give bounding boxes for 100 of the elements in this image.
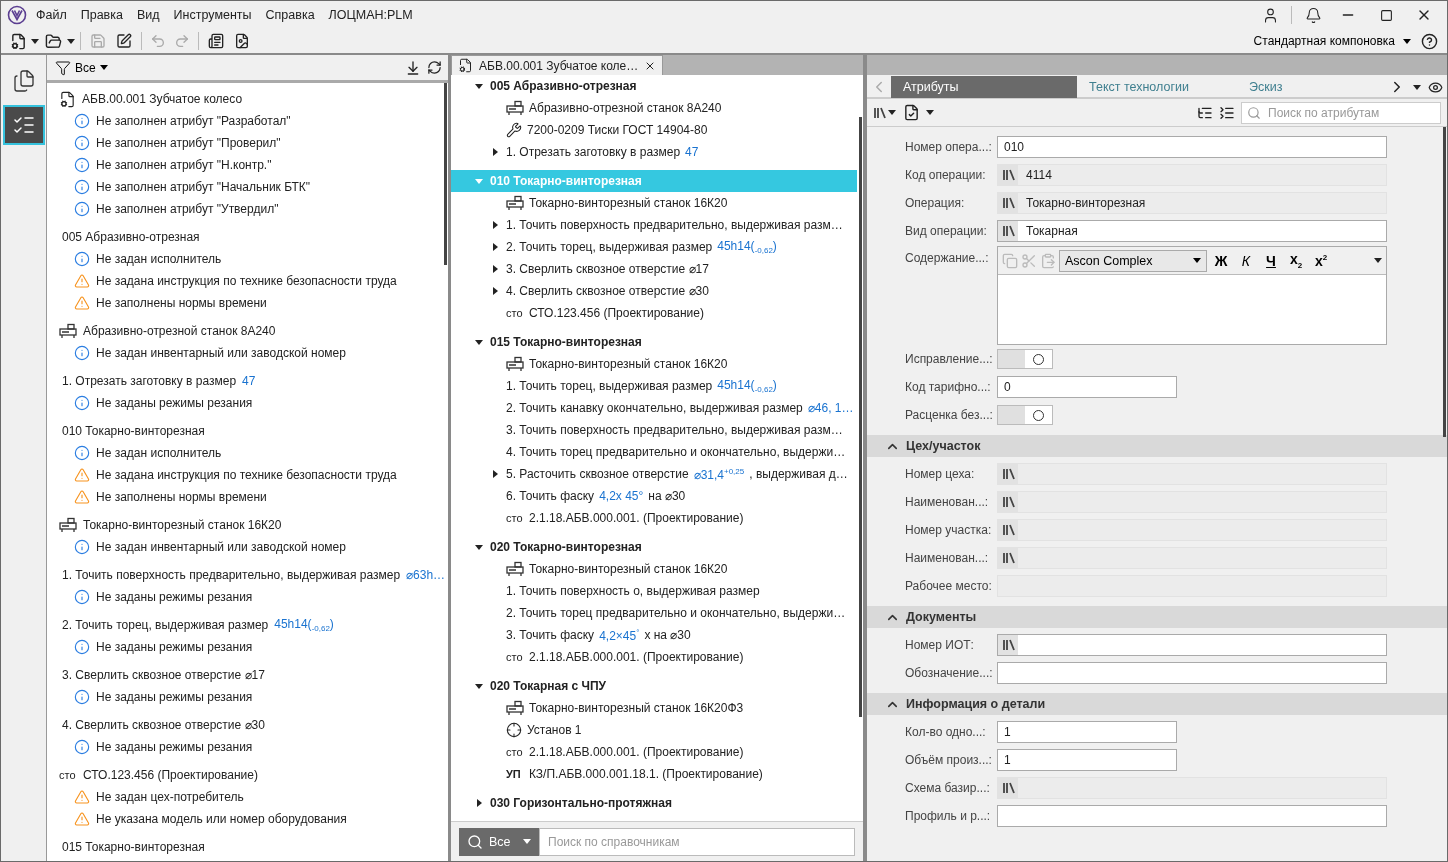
check-message-item[interactable]: Не задан инвентарный или заводской номер <box>47 536 442 558</box>
check-group-item[interactable]: 005 Абразивно-отрезная <box>47 226 442 248</box>
check-message-item[interactable]: Не заданы режимы резания <box>47 686 442 708</box>
check-message-item[interactable]: Не заполнен атрибут "Утвердил" <box>47 198 442 220</box>
expand-tree-icon[interactable] <box>1219 104 1235 121</box>
format-button[interactable]: x$^{2}$ <box>1310 249 1332 272</box>
check-message-item[interactable]: Не заполнен атрибут "Начальник БТК" <box>47 176 442 198</box>
edit-icon[interactable] <box>116 33 132 49</box>
menu-item[interactable]: Файл <box>31 8 72 22</box>
tree-item[interactable]: Токарно-винторезный станок 16К20Ф3 <box>451 697 857 719</box>
format-button[interactable]: К <box>1235 249 1257 272</box>
panel-tab[interactable]: Эскиз <box>1237 76 1387 98</box>
check-message-item[interactable]: Не заполнены нормы времени <box>47 292 442 314</box>
check-message-item[interactable]: Не заданы режимы резания <box>47 392 442 414</box>
check-message-item[interactable]: Не задана инструкция по технике безопасности труда <box>47 270 442 292</box>
tree-item[interactable]: 020 Токарно-винторезная <box>451 536 857 558</box>
caret-down-icon[interactable] <box>1374 258 1382 263</box>
section-header[interactable]: Информация о детали <box>867 693 1447 715</box>
menu-item[interactable]: Инструменты <box>168 8 257 22</box>
check-document-icon[interactable] <box>902 104 920 121</box>
section-header[interactable]: Цех/участок <box>867 435 1447 457</box>
check-message-item[interactable]: Не заполнен атрибут "Проверил" <box>47 132 442 154</box>
maximize-icon[interactable] <box>1379 8 1393 22</box>
text-field[interactable]: 010 <box>997 136 1387 158</box>
tree-item[interactable]: 3. Сверлить сквозное отверстие ⌀17 <box>451 258 857 280</box>
caret-down-icon[interactable] <box>926 110 934 115</box>
menu-item[interactable]: ЛОЦМАН:PLM <box>323 8 418 22</box>
tree-item[interactable]: 2. Точить торец, выдерживая размер 45h14($_{-0,62}$) <box>451 236 857 258</box>
check-message-item[interactable]: Не задана инструкция по технике безопасности труда <box>47 464 442 486</box>
check-group-item[interactable]: 015 Токарно-винторезная <box>47 836 442 858</box>
filter-dropdown[interactable]: Все <box>55 59 108 76</box>
tree-item[interactable]: 4. Сверлить сквозное отверстие ⌀30 <box>451 280 857 302</box>
tree-item[interactable]: 3. Точить фаску 4,2×45$^{°}$ x на ⌀30 <box>451 624 857 646</box>
help-icon[interactable] <box>1420 32 1438 50</box>
toggle-switch[interactable] <box>997 405 1053 425</box>
text-field[interactable]: 0 <box>997 376 1177 398</box>
document-icon[interactable] <box>9 32 27 50</box>
check-group-item[interactable]: сто СТО.123.456 (Проектирование) <box>47 764 442 786</box>
check-message-item[interactable]: Не задан исполнитель <box>47 248 442 270</box>
tree-item[interactable]: сто 2.1.18.АБВ.000.001. (Проектирование) <box>451 507 857 529</box>
tree-item[interactable]: сто 2.1.18.АБВ.000.001. (Проектирование) <box>451 646 857 668</box>
tree-item[interactable]: 3. Точить поверхность предварительно, выдерживая разм… <box>451 419 857 441</box>
caret-down-icon[interactable] <box>31 38 39 44</box>
format-button[interactable]: x$_{2}$ <box>1285 249 1307 272</box>
check-message-item[interactable]: Не заполнены нормы времени <box>47 486 442 508</box>
font-dropdown[interactable]: Ascon Complex <box>1059 249 1207 272</box>
tree-item[interactable]: 1. Точить торец, выдерживая размер 45h14($_{-0,62}$) <box>451 375 857 397</box>
notification-icon[interactable] <box>1304 6 1322 24</box>
sidebar-button[interactable] <box>2 105 45 145</box>
check-group-item[interactable]: 2. Точить торец, выдерживая размер 45h14($_{-0,62}$) <box>47 614 442 636</box>
menu-item[interactable]: Вид <box>131 8 165 22</box>
list-icon[interactable] <box>208 33 224 49</box>
tree-item[interactable]: 015 Токарно-винторезная <box>451 331 857 353</box>
search-field[interactable]: Поиск по атрибутам <box>1241 101 1441 124</box>
check-group-item[interactable]: Токарно-винторезный станок 16К20 <box>47 514 442 536</box>
check-message-item[interactable]: Не заданы режимы резания <box>47 636 442 658</box>
tree-item[interactable]: Токарно-винторезный станок 16К20 <box>451 558 857 580</box>
tree-item[interactable]: 4. Точить торец предварительно и окончательно, выдержи… <box>451 441 857 463</box>
check-group-item[interactable]: 1. Отрезать заготовку в размер 47 <box>47 370 442 392</box>
tree-item[interactable]: 6. Точить фаску 4,2x 45° на ⌀30 <box>451 485 857 507</box>
check-message-item[interactable]: Не задан исполнитель <box>47 442 442 464</box>
caret-down-icon[interactable] <box>67 38 75 44</box>
check-message-item[interactable]: Не указана модель или номер оборудования <box>47 808 442 830</box>
lookup-field[interactable]: Токарная <box>997 220 1387 242</box>
check-message-item[interactable]: Не заданы режимы резания <box>47 586 442 608</box>
menu-item[interactable]: Правка <box>75 8 128 22</box>
check-group-item[interactable]: 3. Сверлить сквозное отверстие ⌀17 <box>47 664 442 686</box>
section-header[interactable]: Документы <box>867 606 1447 628</box>
tree-item[interactable]: Абразивно-отрезной станок 8А240 <box>451 97 857 119</box>
check-message-item[interactable]: Не заполнен атрибут "Разработал" <box>47 110 442 132</box>
check-message-item[interactable]: Не заполнен атрибут "Н.контр." <box>47 154 442 176</box>
document-tab[interactable]: АБВ.00.001 Зубчатое коле… <box>451 55 664 75</box>
image-icon[interactable] <box>234 33 250 49</box>
eye-icon[interactable] <box>1428 79 1443 95</box>
format-button[interactable]: Ж <box>1210 249 1232 272</box>
toggle-switch[interactable] <box>997 349 1053 369</box>
tree-item[interactable]: 1. Точить поверхность предварительно, выдерживая разм… <box>451 214 857 236</box>
caret-down-icon[interactable] <box>1413 84 1421 90</box>
check-message-item[interactable]: Не заданы режимы резания <box>47 736 442 758</box>
check-group-item[interactable]: 010 Токарно-винторезная <box>47 420 442 442</box>
check-group-item[interactable]: 4. Сверлить сквозное отверстие ⌀30 <box>47 714 442 736</box>
download-icon[interactable] <box>405 59 421 76</box>
lookup-field[interactable] <box>997 634 1387 656</box>
check-group-item[interactable]: АБВ.00.001 Зубчатое колесо <box>47 88 442 110</box>
text-field[interactable]: 1 <box>997 721 1177 743</box>
folder-icon[interactable] <box>44 32 62 50</box>
search-scope-dropdown[interactable]: Все <box>459 827 539 856</box>
layout-dropdown[interactable]: Стандартная компоновка <box>1249 34 1415 48</box>
tree-item[interactable]: 2. Точить канавку окончательно, выдерживая размер ⌀46, 1… <box>451 397 857 419</box>
tree-item[interactable]: УП КЗ/П.АБВ.000.001.18.1. (Проектирование) <box>451 763 857 785</box>
check-group-item[interactable]: Абразивно-отрезной станок 8А240 <box>47 320 442 342</box>
tree-item[interactable]: 030 Горизонтально-протяжная <box>451 792 857 814</box>
format-button[interactable]: Ч <box>1260 249 1282 272</box>
tree-item[interactable]: 1. Точить поверхность о, выдерживая размер <box>451 580 857 602</box>
search-field[interactable]: Поиск по справочникам <box>539 827 855 856</box>
tree-item[interactable]: 020 Токарная с ЧПУ <box>451 675 857 697</box>
check-message-item[interactable]: Не задан инвентарный или заводской номер <box>47 342 442 364</box>
check-message-item[interactable]: Не задан цех-потребитель <box>47 786 442 808</box>
panel-tab[interactable]: Атрибуты <box>891 76 1077 98</box>
tree-item[interactable]: Токарно-винторезный станок 16К20 <box>451 353 857 375</box>
